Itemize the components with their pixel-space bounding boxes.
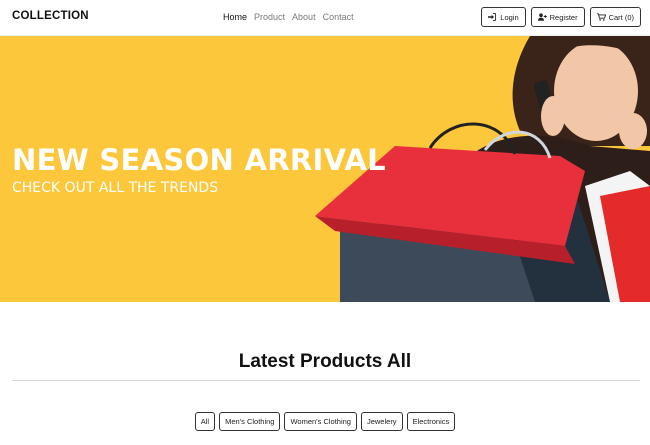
- register-label: Register: [549, 12, 578, 22]
- login-button[interactable]: Login: [481, 7, 526, 27]
- nav-link-about[interactable]: About: [292, 12, 316, 22]
- cart-icon: [596, 13, 606, 21]
- user-plus-icon: [537, 13, 547, 21]
- main-nav: Home Product About Contact: [223, 12, 354, 22]
- nav-buttons: Login Register Cart (0): [481, 7, 641, 27]
- filter-jewelery-button[interactable]: Jewelery: [360, 412, 403, 431]
- category-filters: All Men's Clothing Women's Clothing Jewe…: [0, 412, 650, 431]
- cart-button[interactable]: Cart (0): [589, 7, 641, 27]
- hero-banner: NEW SEASON ARRIVAL CHECK OUT ALL THE TRE…: [0, 36, 650, 302]
- section-divider: [12, 380, 640, 381]
- filter-womens-clothing-button[interactable]: Women's Clothing: [284, 412, 357, 431]
- nav-link-product[interactable]: Product: [254, 12, 285, 22]
- hero-subtitle: CHECK OUT ALL THE TRENDS: [12, 180, 219, 196]
- filter-all-button[interactable]: All: [194, 412, 216, 431]
- section-title: Latest Products All: [238, 351, 412, 372]
- sign-in-icon: [488, 13, 497, 21]
- filter-mens-clothing-button[interactable]: Men's Clothing: [219, 412, 281, 431]
- filter-electronics-button[interactable]: Electronics: [406, 412, 456, 431]
- register-button[interactable]: Register: [530, 7, 585, 27]
- cart-label: Cart (0): [608, 12, 634, 22]
- hero-title: NEW SEASON ARRIVAL: [12, 143, 386, 177]
- navbar: COLLECTION Home Product About Contact Lo…: [0, 0, 650, 36]
- login-label: Login: [500, 12, 519, 22]
- nav-link-contact[interactable]: Contact: [323, 12, 354, 22]
- brand-logo[interactable]: COLLECTION: [12, 10, 89, 22]
- nav-link-home[interactable]: Home: [223, 12, 247, 22]
